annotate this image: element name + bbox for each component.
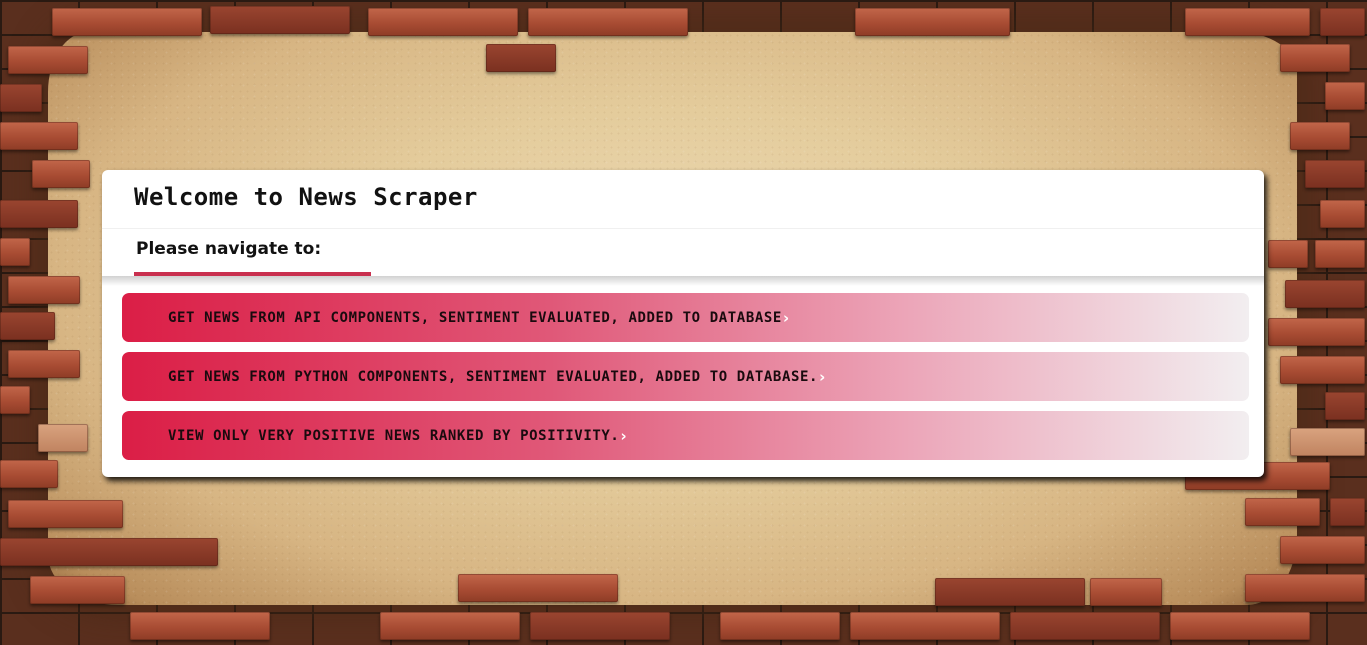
brick	[1268, 318, 1365, 346]
brick	[1330, 498, 1365, 526]
brick	[528, 8, 688, 36]
brick	[368, 8, 518, 36]
brick	[210, 6, 350, 34]
brick	[38, 424, 88, 452]
brick	[0, 238, 30, 266]
brick	[1290, 428, 1365, 456]
brick	[130, 612, 270, 640]
brick	[8, 350, 80, 378]
brick	[1305, 160, 1365, 188]
brick	[8, 46, 88, 74]
header-shadow	[102, 276, 1264, 286]
brick	[1325, 392, 1365, 420]
brick	[380, 612, 520, 640]
brick	[0, 312, 55, 340]
brick	[1245, 574, 1365, 602]
brick	[1280, 536, 1365, 564]
brick	[30, 576, 125, 604]
brick	[1285, 280, 1365, 308]
brick	[1090, 578, 1162, 606]
brick	[486, 44, 556, 72]
chevron-right-icon: ›	[620, 426, 627, 445]
brick	[530, 612, 670, 640]
title-divider	[102, 228, 1264, 229]
chevron-right-icon: ›	[782, 308, 790, 327]
brick	[720, 612, 840, 640]
brick	[8, 500, 123, 528]
brick	[1280, 356, 1365, 384]
brick	[8, 276, 80, 304]
brick	[0, 122, 78, 150]
brick	[1280, 44, 1350, 72]
brick	[1185, 8, 1310, 36]
brick	[0, 386, 30, 414]
nav-link-label: VIEW ONLY VERY POSITIVE NEWS RANKED BY P…	[168, 427, 620, 444]
brick	[0, 460, 58, 488]
navigation-card: Welcome to News Scraper Please navigate …	[102, 170, 1264, 477]
brick	[1315, 240, 1365, 268]
page-title: Welcome to News Scraper	[134, 183, 478, 211]
navigation-subtitle: Please navigate to:	[136, 239, 322, 259]
brick	[0, 84, 42, 112]
brick	[1290, 122, 1350, 150]
brick	[52, 8, 202, 36]
brick	[0, 200, 78, 228]
brick	[32, 160, 90, 188]
nav-link-api-components[interactable]: GET NEWS FROM API COMPONENTS, SENTIMENT …	[122, 293, 1249, 342]
brick	[1325, 82, 1365, 110]
brick	[1268, 240, 1308, 268]
nav-link-label: GET NEWS FROM API COMPONENTS, SENTIMENT …	[168, 309, 782, 326]
brick	[935, 578, 1085, 606]
brick	[1245, 498, 1320, 526]
nav-link-python-components[interactable]: GET NEWS FROM PYTHON COMPONENTS, SENTIME…	[122, 352, 1249, 401]
brick	[850, 612, 1000, 640]
brick	[855, 8, 1010, 36]
nav-list: GET NEWS FROM API COMPONENTS, SENTIMENT …	[122, 293, 1249, 470]
chevron-right-icon: ›	[819, 367, 826, 386]
nav-link-positive-news[interactable]: VIEW ONLY VERY POSITIVE NEWS RANKED BY P…	[122, 411, 1249, 460]
brick	[1170, 612, 1310, 640]
brick	[0, 538, 218, 566]
brick	[1320, 8, 1365, 36]
brick	[1010, 612, 1160, 640]
nav-link-label: GET NEWS FROM PYTHON COMPONENTS, SENTIME…	[168, 368, 819, 385]
brick	[1320, 200, 1365, 228]
brick	[458, 574, 618, 602]
